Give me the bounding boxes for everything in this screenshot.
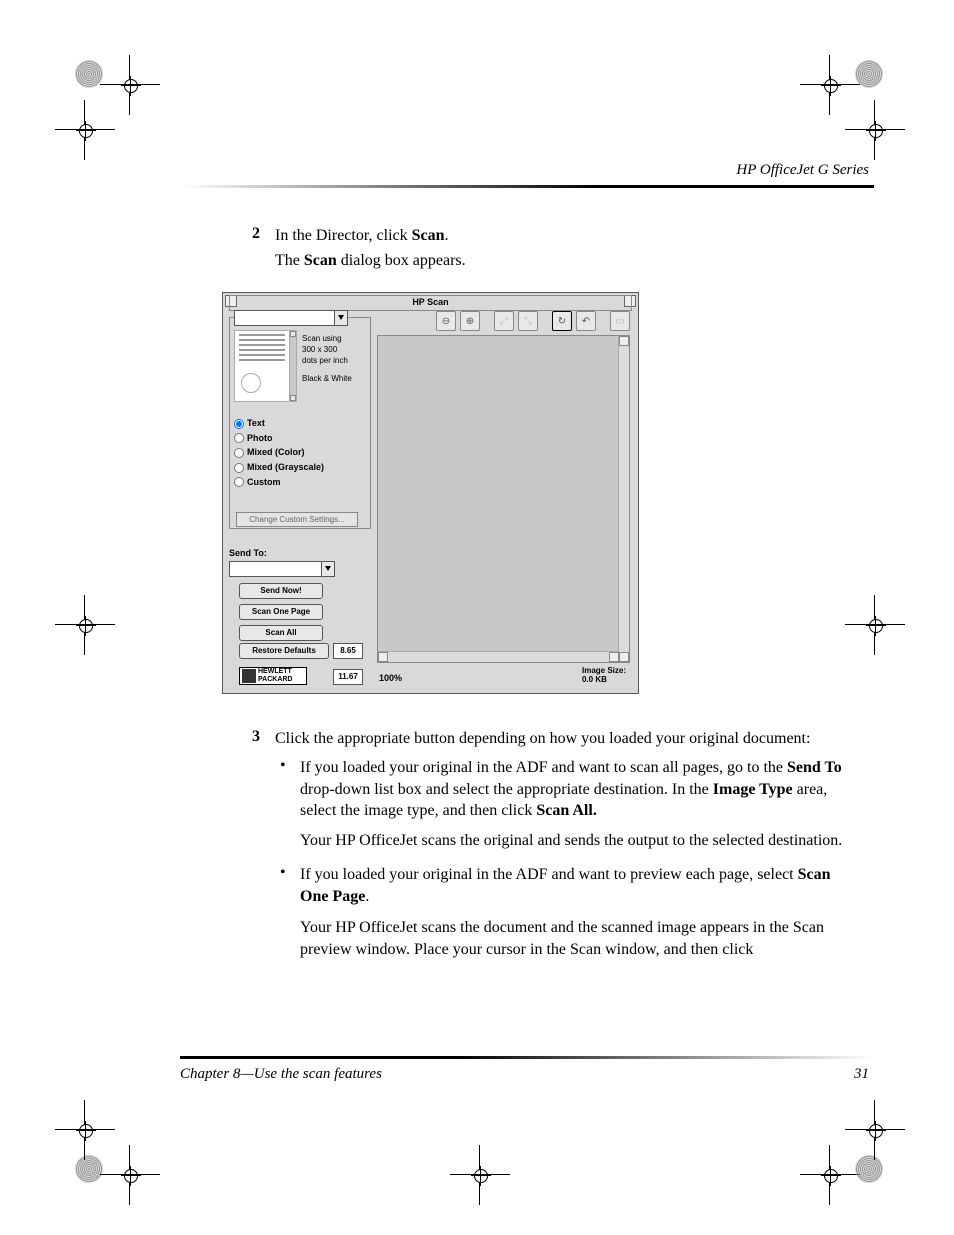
chevron-down-icon — [321, 562, 334, 576]
image-type-dropdown[interactable] — [234, 310, 348, 326]
step-text: Click the appropriate button depending o… — [275, 728, 854, 750]
header-rule — [180, 185, 874, 188]
step-number: 3 — [240, 728, 260, 746]
footer-rule — [180, 1056, 874, 1059]
crosshair-icon — [450, 1145, 510, 1205]
zoom-out-icon[interactable]: ⊖ — [436, 311, 456, 331]
radio-mixed-grayscale[interactable] — [234, 463, 244, 473]
undo-icon[interactable]: ↶ — [576, 311, 596, 331]
header-series: HP OfficeJet G Series — [736, 162, 869, 179]
footer-chapter: Chapter 8—Use the scan features — [180, 1066, 382, 1083]
restore-defaults-button[interactable]: Restore Defaults — [239, 643, 329, 659]
crosshair-icon — [55, 595, 115, 655]
height-value: 11.67 — [333, 669, 363, 685]
step-text: The Scan dialog box appears. — [275, 250, 854, 272]
regmark-icon — [855, 60, 883, 88]
crosshair-icon — [55, 100, 115, 160]
send-to-dropdown[interactable] — [229, 561, 335, 577]
image-type-radios: Text Photo Mixed (Color) Mixed (Grayscal… — [234, 414, 324, 491]
horizontal-scrollbar[interactable] — [378, 651, 619, 662]
footer-page: 31 — [854, 1066, 869, 1083]
bullet-text: If you loaded your original in the ADF a… — [300, 864, 854, 907]
bullet: • — [280, 864, 286, 882]
vertical-scrollbar[interactable] — [618, 336, 629, 662]
thumbnail-scrollbar[interactable] — [289, 330, 297, 402]
step-number: 2 — [240, 225, 260, 243]
preview-canvas[interactable] — [377, 335, 630, 663]
send-now-button[interactable]: Send Now! — [239, 583, 323, 599]
radio-text[interactable] — [234, 419, 244, 429]
bullet-text: Your HP OfficeJet scans the document and… — [300, 917, 854, 960]
scan-all-button[interactable]: Scan All — [239, 625, 323, 641]
bullet-text: Your HP OfficeJet scans the original and… — [300, 830, 854, 852]
crosshair-icon — [845, 595, 905, 655]
radio-photo[interactable] — [234, 433, 244, 443]
chevron-down-icon — [334, 311, 347, 325]
zoom-in-icon[interactable]: ⊕ — [460, 311, 480, 331]
toolbar: ⊖ ⊕ ⤢ ⤡ ↻ ↶ ▭ — [436, 311, 630, 331]
send-to-label: Send To: — [229, 548, 267, 558]
radio-mixed-color[interactable] — [234, 448, 244, 458]
image-size-status: Image Size: 0.0 KB — [582, 666, 626, 685]
regmark-icon — [75, 60, 103, 88]
radio-custom[interactable] — [234, 477, 244, 487]
hp-logo-icon — [242, 669, 256, 683]
bullet-text: If you loaded your original in the ADF a… — [300, 757, 854, 822]
change-custom-settings-button[interactable]: Change Custom Settings... — [236, 512, 358, 527]
zoom-status: 100% — [379, 673, 402, 683]
hp-scan-dialog: HP Scan Image Type Scan using 300 x 300 … — [222, 292, 639, 694]
scan-one-page-button[interactable]: Scan One Page — [239, 604, 323, 620]
dialog-title: HP Scan — [230, 297, 631, 307]
preview-thumbnail — [234, 330, 290, 402]
width-value: 8.65 — [333, 643, 363, 659]
crosshair-icon — [55, 1100, 115, 1160]
crosshair-icon — [845, 100, 905, 160]
hp-logo: HEWLETT PACKARD — [239, 667, 307, 685]
dialog-titlebar: HP Scan — [229, 295, 632, 311]
crosshair-icon — [845, 1100, 905, 1160]
image-type-group: Scan using 300 x 300 dots per inch Black… — [229, 317, 371, 529]
rotate-icon[interactable]: ↻ — [552, 311, 572, 331]
scan-info: Scan using 300 x 300 dots per inch Black… — [302, 333, 352, 384]
tool-icon[interactable]: ⤢ — [494, 311, 514, 331]
bullet: • — [280, 757, 286, 775]
tool-icon[interactable]: ⤡ — [518, 311, 538, 331]
tool-icon[interactable]: ▭ — [610, 311, 630, 331]
step-text: In the Director, click Scan. — [275, 225, 854, 247]
